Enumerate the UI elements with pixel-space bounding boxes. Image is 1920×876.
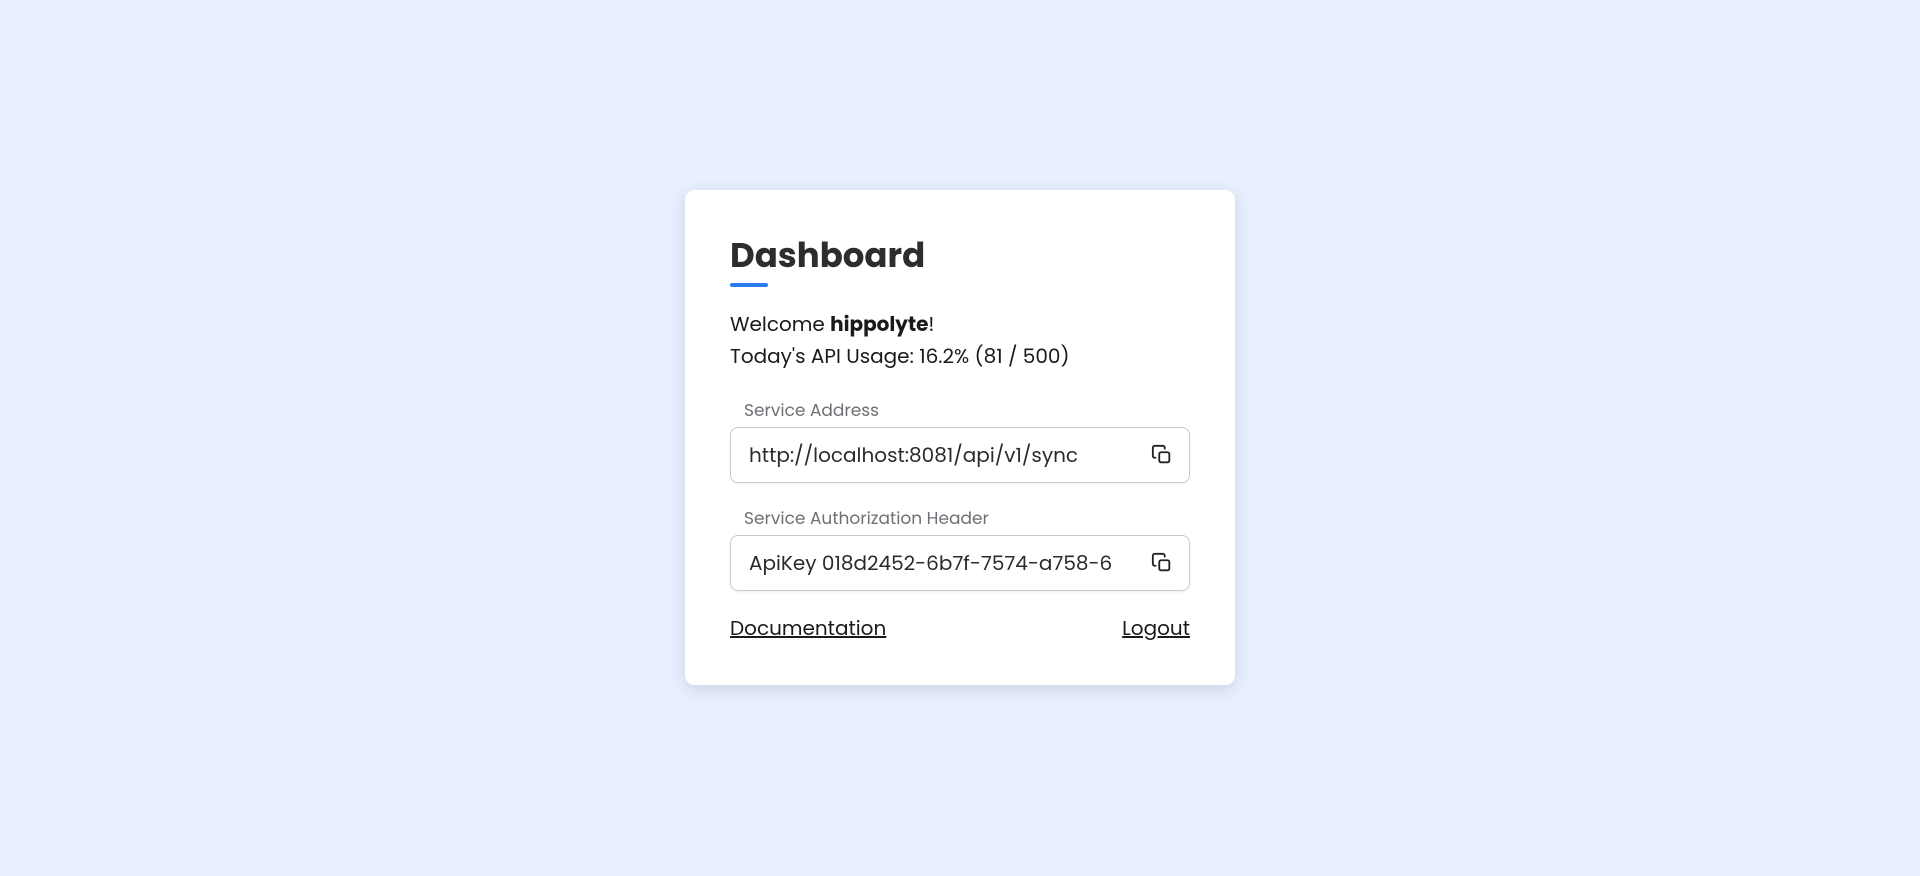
service-address-box: http://localhost:8081/api/v1/sync (730, 427, 1190, 483)
page-title: Dashboard (730, 230, 925, 281)
api-usage-text: Today's API Usage: 16.2% (81 / 500) (730, 341, 1190, 371)
usage-detail: (81 / 500) (969, 342, 1069, 370)
logout-link[interactable]: Logout (1122, 613, 1190, 643)
copy-auth-header-button[interactable] (1149, 550, 1175, 576)
auth-header-box: ApiKey 018d2452-6b7f-7574-a758-6 (730, 535, 1190, 591)
auth-header-label: Service Authorization Header (744, 505, 1190, 531)
service-address-group: Service Address http://localhost:8081/ap… (730, 397, 1190, 483)
copy-icon (1151, 444, 1173, 466)
documentation-link[interactable]: Documentation (730, 613, 886, 643)
welcome-text: Welcome hippolyte! (730, 309, 1190, 339)
usage-percent: 16.2% (919, 342, 969, 370)
auth-header-value[interactable]: ApiKey 018d2452-6b7f-7574-a758-6 (749, 548, 1143, 578)
dashboard-card: Dashboard Welcome hippolyte! Today's API… (685, 190, 1235, 685)
usage-label: Today's API Usage: (730, 342, 919, 370)
welcome-prefix: Welcome (730, 310, 830, 338)
auth-header-group: Service Authorization Header ApiKey 018d… (730, 505, 1190, 591)
service-address-value[interactable]: http://localhost:8081/api/v1/sync (749, 440, 1143, 470)
copy-icon (1151, 552, 1173, 574)
copy-service-address-button[interactable] (1149, 442, 1175, 468)
welcome-suffix: ! (928, 310, 934, 338)
footer-links: Documentation Logout (730, 613, 1190, 643)
welcome-username: hippolyte (830, 310, 928, 338)
service-address-label: Service Address (744, 397, 1190, 423)
